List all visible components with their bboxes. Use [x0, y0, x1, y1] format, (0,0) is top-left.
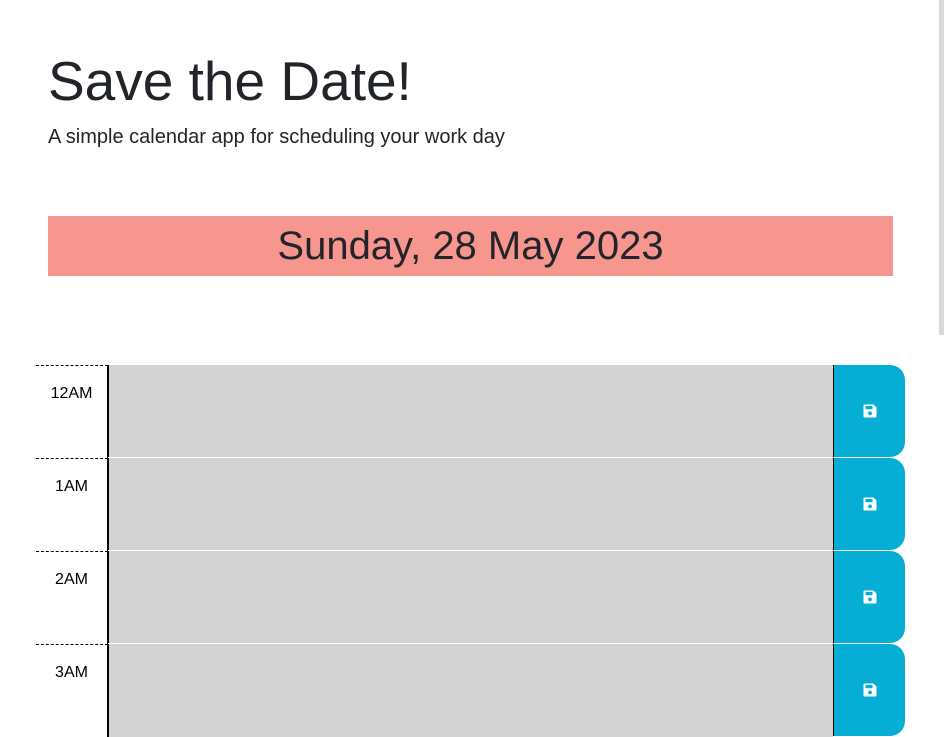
hour-label: 3AM [36, 644, 108, 737]
scrollbar-thumb[interactable] [939, 0, 944, 335]
page-header: Save the Date! [48, 48, 412, 114]
current-day-banner: Sunday, 28 May 2023 [48, 216, 893, 276]
save-button[interactable] [833, 365, 905, 457]
schedule-container: 12AM 1AM 2AM 3AM [36, 365, 906, 737]
hour-label: 2AM [36, 551, 108, 644]
page-title: Save the Date! [48, 50, 412, 112]
floppy-disk-icon [863, 683, 876, 697]
time-block-12am: 12AM [36, 365, 906, 458]
save-button[interactable] [833, 644, 905, 736]
save-button[interactable] [833, 551, 905, 643]
floppy-disk-icon [863, 404, 876, 418]
current-day-text: Sunday, 28 May 2023 [277, 223, 664, 268]
time-block-2am: 2AM [36, 551, 906, 644]
event-description-input[interactable] [108, 458, 833, 550]
floppy-disk-icon [863, 590, 876, 604]
hour-label: 12AM [36, 365, 108, 458]
page-subtitle: A simple calendar app for scheduling you… [48, 126, 505, 148]
time-block-1am: 1AM [36, 458, 906, 551]
save-button[interactable] [833, 458, 905, 550]
time-block-3am: 3AM [36, 644, 906, 737]
floppy-disk-icon [863, 497, 876, 511]
event-description-input[interactable] [108, 551, 833, 643]
event-description-input[interactable] [108, 365, 833, 457]
event-description-input[interactable] [108, 644, 833, 737]
hour-label: 1AM [36, 458, 108, 551]
